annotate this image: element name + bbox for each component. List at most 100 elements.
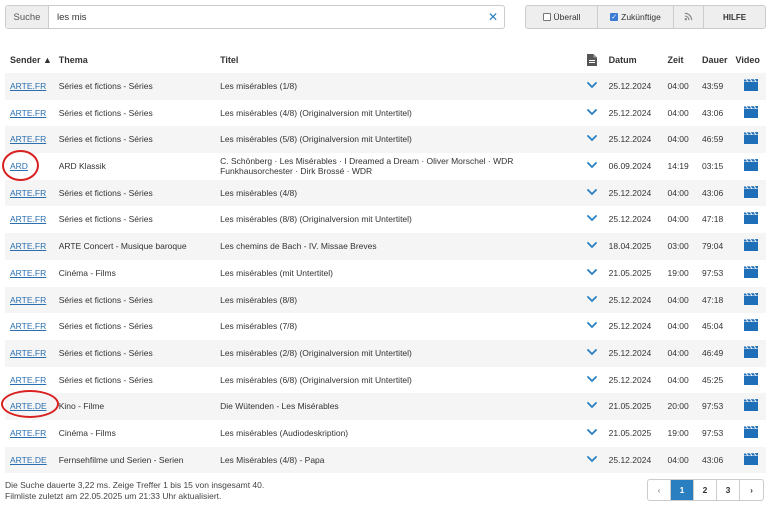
chevron-down-icon[interactable]: [587, 322, 598, 329]
video-icon[interactable]: [743, 399, 758, 412]
page-2-button[interactable]: 2: [694, 480, 717, 500]
video-icon[interactable]: [743, 185, 758, 198]
sender-link[interactable]: ARTE.FR: [10, 268, 46, 278]
video-icon[interactable]: [743, 345, 758, 358]
video-icon[interactable]: [743, 265, 758, 278]
video-icon[interactable]: [743, 79, 758, 92]
sender-link[interactable]: ARTE.FR: [10, 348, 46, 358]
table-row: ARTE.FR Séries et fictions - Séries Les mi…: [5, 206, 766, 233]
video-icon[interactable]: [743, 372, 758, 385]
sender-link[interactable]: ARTE.DE: [10, 455, 47, 465]
video-icon[interactable]: [743, 212, 758, 225]
zeit-cell: 04:00: [667, 374, 689, 385]
chevron-down-icon[interactable]: [587, 188, 598, 196]
column-thema[interactable]: Thema: [55, 46, 220, 73]
page-3-button[interactable]: 3: [717, 480, 740, 500]
datum-cell: 06.09.2024: [608, 161, 652, 172]
chevron-down-icon[interactable]: [587, 349, 598, 356]
sender-link[interactable]: ARTE.FR: [10, 108, 46, 118]
sender-link[interactable]: ARTE.FR: [10, 241, 46, 251]
sender-link[interactable]: ARTE.FR: [10, 188, 46, 198]
sender-link[interactable]: ARTE.FR: [10, 214, 46, 224]
column-zeit[interactable]: Zeit: [663, 46, 697, 73]
expand-cell: [580, 126, 604, 153]
ueberall-toggle[interactable]: Überall: [526, 6, 598, 28]
sender-link[interactable]: ARTE.FR: [10, 375, 46, 385]
chevron-down-icon[interactable]: [587, 135, 598, 142]
datum-cell: 25.12.2024: [608, 321, 652, 332]
video-cell: [736, 313, 767, 340]
chevron-down-icon[interactable]: [587, 295, 598, 303]
chevron-down-icon[interactable]: [587, 455, 598, 463]
chevron-down-icon[interactable]: [587, 402, 598, 409]
ueberall-label: Überall: [553, 12, 581, 22]
chevron-down-icon[interactable]: [587, 215, 598, 222]
video-icon[interactable]: [743, 159, 758, 172]
zeit-cell: 04:00: [667, 347, 689, 358]
zeit-cell: 04:00: [667, 107, 689, 118]
datum-cell: 25.12.2024: [608, 107, 652, 118]
chevron-down-icon[interactable]: [587, 429, 598, 436]
clear-search-icon[interactable]: ✕: [482, 6, 504, 28]
video-cell: [736, 73, 767, 100]
expand-cell: [580, 287, 604, 314]
column-titel[interactable]: Titel: [220, 46, 580, 73]
sender-link[interactable]: ARD: [10, 161, 28, 171]
datum-cell: 21.05.2025: [608, 401, 652, 412]
zeit-cell: 19:00: [667, 267, 689, 278]
zukuenftige-checkbox[interactable]: ✓: [610, 13, 619, 21]
titel-cell: Les misérables (6/8) (Originalversion mi…: [220, 374, 412, 385]
video-icon[interactable]: [743, 425, 758, 438]
datum-cell: 25.12.2024: [608, 374, 652, 385]
datum-cell: 25.12.2024: [608, 347, 652, 358]
search-info: Die Suche dauerte 3,22 ms. Zeige Treffer…: [5, 480, 264, 503]
column-datum[interactable]: Datum: [605, 46, 664, 73]
table-row: ARTE.FR Séries et fictions - Séries Les mi…: [5, 367, 766, 394]
video-icon[interactable]: [743, 239, 758, 252]
column-sender[interactable]: Sender ▲: [5, 46, 55, 73]
zukuenftige-toggle[interactable]: ✓ Zukünftige: [598, 6, 674, 28]
chevron-down-icon[interactable]: [587, 162, 598, 169]
hilfe-button[interactable]: HILFE: [704, 6, 765, 28]
video-icon[interactable]: [743, 132, 758, 145]
column-dauer[interactable]: Dauer: [698, 46, 736, 73]
dauer-cell: 43:59: [701, 81, 724, 92]
next-page-button[interactable]: ›: [740, 480, 763, 500]
sender-link[interactable]: ARTE.FR: [10, 321, 46, 331]
chevron-down-icon[interactable]: [587, 108, 598, 116]
sender-link[interactable]: ARTE.FR: [10, 295, 46, 305]
zeit-cell: 04:00: [667, 294, 689, 305]
dauer-cell: 45:25: [701, 374, 724, 385]
pagination: ‹ 1 2 3 ›: [647, 479, 764, 501]
table-row: ARTE.FR Séries et fictions - Séries Les mi…: [5, 339, 766, 367]
thema-cell: Séries et fictions - Séries: [58, 374, 153, 385]
rss-button[interactable]: [674, 6, 704, 28]
sender-cell: ARD: [5, 153, 55, 180]
thema-cell: Séries et fictions - Séries: [58, 81, 153, 92]
prev-page-button[interactable]: ‹: [648, 480, 671, 500]
ueberall-checkbox[interactable]: [542, 13, 551, 21]
video-icon[interactable]: [743, 452, 758, 465]
search-input[interactable]: [49, 6, 482, 28]
sender-link[interactable]: ARTE.DE: [10, 401, 47, 411]
expand-cell: [580, 153, 604, 180]
expand-cell: [580, 73, 604, 100]
zeit-cell: 19:00: [667, 427, 689, 438]
video-icon[interactable]: [743, 319, 758, 332]
sender-link[interactable]: ARTE.FR: [10, 428, 46, 438]
table-row: ARTE.FR Séries et fictions - Séries Les mi…: [5, 179, 766, 207]
video-icon[interactable]: [743, 105, 758, 118]
dauer-cell: 47:18: [701, 214, 724, 225]
sender-cell: ARTE.FR: [5, 100, 55, 127]
chevron-down-icon[interactable]: [587, 242, 598, 249]
chevron-down-icon[interactable]: [587, 268, 598, 276]
column-description: [580, 46, 604, 73]
chevron-down-icon[interactable]: [587, 82, 598, 89]
sender-link[interactable]: ARTE.FR: [10, 81, 46, 91]
video-icon[interactable]: [743, 292, 758, 305]
rss-icon: [684, 12, 693, 23]
chevron-down-icon[interactable]: [587, 375, 598, 383]
page-1-button[interactable]: 1: [671, 480, 694, 500]
sender-link[interactable]: ARTE.FR: [10, 134, 46, 144]
dauer-cell: 46:59: [701, 134, 724, 145]
